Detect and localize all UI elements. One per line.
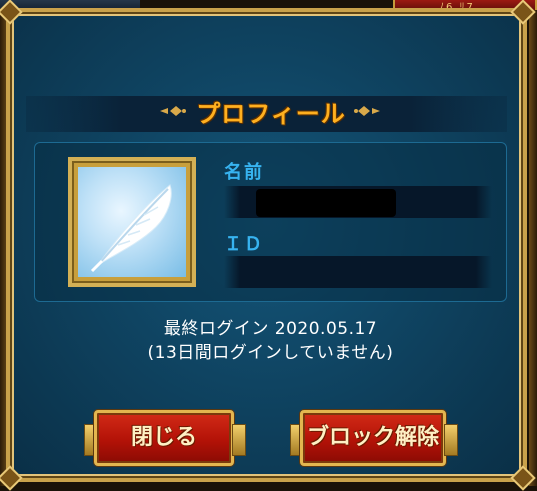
profile-dialog: プロフィール 名前 ＩＤ 最終ログイン 2020.05.17 (13日間ログイン… <box>0 0 536 491</box>
background-edge-right <box>529 10 537 486</box>
inactive-days-text: (13日間ログインしていません) <box>147 343 394 363</box>
button-ornament <box>232 424 246 456</box>
last-login-text: 最終ログイン 2020.05.17 <box>163 319 378 339</box>
button-ornament <box>444 424 458 456</box>
id-label: ＩＤ <box>224 234 264 255</box>
title-ornament-left-icon <box>160 103 186 122</box>
name-redaction <box>256 189 396 217</box>
close-button[interactable]: 閉じる <box>94 410 234 466</box>
unblock-button[interactable]: ブロック解除 <box>300 410 446 466</box>
id-field <box>224 256 492 288</box>
name-label: 名前 <box>224 162 264 183</box>
white-feather-icon <box>78 167 186 277</box>
title-ornament-right-icon <box>354 103 380 122</box>
dialog-title: プロフィール <box>196 100 346 128</box>
avatar <box>68 157 196 287</box>
